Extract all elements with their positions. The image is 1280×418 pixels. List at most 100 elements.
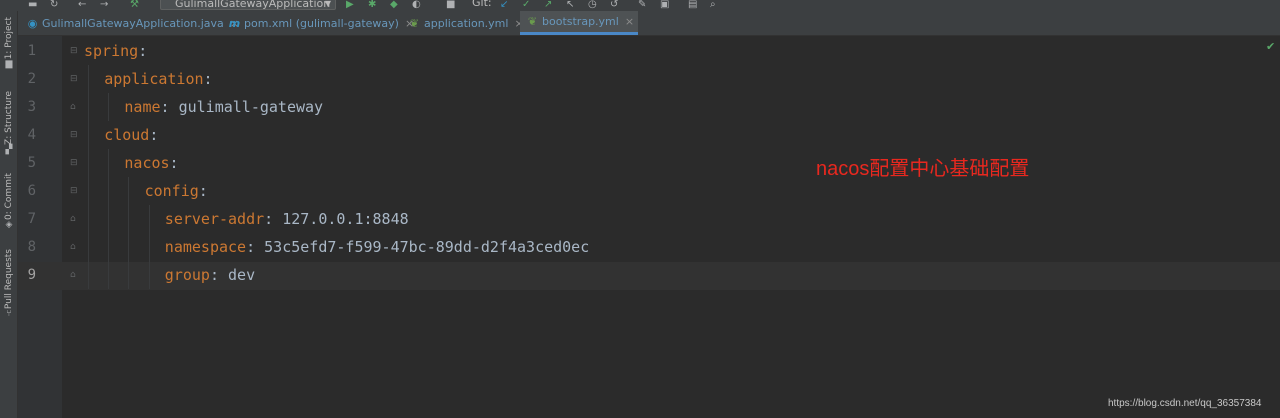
indent-guide	[128, 205, 130, 233]
history-icon[interactable]: ◷	[588, 0, 597, 10]
indent-guide	[108, 205, 110, 233]
run-configuration-select[interactable]: GulimallGatewayApplication ▼	[160, 0, 336, 10]
tab-pom-xml[interactable]: m pom.xml (gulimall-gateway) ×	[228, 11, 414, 35]
indent-guide	[88, 177, 89, 205]
profile-icon[interactable]: ◐	[412, 0, 421, 10]
yaml-key: config	[144, 182, 199, 200]
fold-marker-icon[interactable]: ⊟	[70, 186, 79, 196]
indent-guide	[88, 233, 89, 261]
search-icon[interactable]: ⌕	[710, 0, 716, 10]
line-number: 2	[27, 71, 36, 87]
close-icon[interactable]: ×	[625, 15, 634, 28]
fold-marker-icon[interactable]: ⊟	[70, 158, 79, 168]
line-number: 1	[27, 43, 36, 59]
editor-tab-bar: ◉ GulimallGatewayApplication.java × m po…	[18, 11, 1280, 36]
git-label: Git:	[472, 0, 492, 9]
yaml-key: spring	[84, 42, 139, 60]
sync-icon[interactable]: ↻	[50, 0, 58, 10]
yaml-key: nacos	[124, 154, 170, 172]
git-history-icon[interactable]: ↖	[566, 0, 574, 10]
save-icon[interactable]: ▬	[28, 0, 37, 10]
yaml-colon: :	[246, 238, 256, 256]
yaml-key: application	[104, 70, 204, 88]
line-number: 6	[27, 183, 36, 199]
indent-guide	[108, 177, 110, 205]
code-text: application:	[104, 65, 212, 93]
yaml-key: group	[164, 266, 210, 284]
project-structure-icon[interactable]: ▣	[660, 0, 669, 10]
pull-request-icon: ⑂	[6, 309, 12, 320]
tab-application-yml[interactable]: ❦ application.yml ×	[408, 11, 524, 35]
yaml-value: 53c5efd7-f599-47bc-89dd-d2f4a3ced0ec	[255, 238, 590, 256]
code-line[interactable]: 5 ⊟ nacos:	[0, 149, 1262, 177]
yaml-value: dev	[218, 266, 256, 284]
indent-guide	[128, 177, 130, 205]
code-line[interactable]: 4 ⊟ cloud:	[0, 121, 1262, 149]
indent-guide	[108, 149, 110, 177]
code-line[interactable]: 2 ⊟ application:	[0, 65, 1262, 93]
indent-guide	[88, 93, 89, 121]
tab-gulimall-gateway-application-java[interactable]: ◉ GulimallGatewayApplication.java ×	[26, 11, 239, 35]
fold-marker-icon[interactable]: ⊟	[70, 74, 79, 84]
indent-guide	[108, 93, 110, 121]
forward-icon[interactable]: →	[100, 0, 108, 10]
indent-guide	[88, 261, 89, 289]
code-line[interactable]: 1 ⊟ spring:	[0, 37, 1262, 65]
maven-icon: m	[228, 16, 241, 30]
indent-guide	[88, 149, 89, 177]
git-commit-icon[interactable]: ✓	[522, 0, 530, 10]
layout-icon[interactable]: ▤	[688, 0, 697, 10]
fold-marker-icon[interactable]: ⊟	[70, 46, 79, 56]
fold-marker-icon[interactable]: ⌂	[70, 242, 79, 252]
watermark: https://blog.csdn.net/qq_36357384	[1108, 398, 1262, 409]
git-update-icon[interactable]: ↙	[500, 0, 508, 10]
revert-icon[interactable]: ↺	[610, 0, 618, 10]
line-number: 8	[27, 239, 36, 255]
java-class-icon: ◉	[27, 16, 38, 30]
code-line[interactable]: 9 ⌂ group: dev	[0, 261, 1262, 289]
code-line[interactable]: 6 ⊟ config:	[0, 177, 1262, 205]
fold-marker-icon[interactable]: ⊟	[70, 130, 79, 140]
tab-label: pom.xml (gulimall-gateway)	[244, 16, 399, 30]
coverage-icon[interactable]: ◆	[390, 0, 398, 10]
line-number: 4	[27, 127, 36, 143]
indent-guide	[108, 261, 110, 289]
code-line[interactable]: 8 ⌂ namespace: 53c5efd7-f599-47bc-89dd-d2f…	[0, 233, 1262, 261]
yaml-colon: :	[198, 182, 208, 200]
hammer-icon[interactable]: ⚒	[130, 0, 139, 10]
back-icon[interactable]: ←	[78, 0, 86, 10]
git-push-icon[interactable]: ↗	[544, 0, 552, 10]
yaml-colon: :	[160, 98, 170, 116]
yaml-colon: :	[209, 266, 219, 284]
code-text: namespace: 53c5efd7-f599-47bc-89dd-d2f4a…	[165, 233, 589, 261]
run-icon[interactable]: ▶	[346, 0, 354, 10]
fold-marker-icon[interactable]: ⌂	[70, 102, 79, 112]
line-number: 9	[27, 267, 36, 283]
annotation-text: nacos配置中心基础配置	[816, 158, 1030, 180]
indent-guide	[128, 261, 130, 289]
inspection-ok-icon[interactable]: ✔	[1266, 40, 1275, 53]
wrench-icon[interactable]: ✎	[638, 0, 646, 10]
code-text: cloud:	[104, 121, 158, 149]
debug-icon[interactable]: ✱	[368, 0, 376, 10]
code-line[interactable]: 3 ⌂ name: gulimall-gateway	[0, 93, 1262, 121]
code-text: config:	[145, 177, 208, 205]
yaml-key: cloud	[104, 126, 150, 144]
tab-bootstrap-yml[interactable]: ❦ bootstrap.yml ×	[520, 11, 639, 35]
code-text: server-addr: 127.0.0.1:8848	[165, 205, 409, 233]
spring-yml-icon: ❦	[409, 16, 420, 30]
fold-marker-icon[interactable]: ⌂	[70, 270, 79, 280]
yaml-colon: :	[264, 210, 274, 228]
indent-guide	[88, 65, 89, 93]
spring-yml-icon: ❦	[527, 15, 538, 28]
yaml-colon: :	[138, 42, 148, 60]
indent-guide	[148, 205, 150, 233]
indent-guide	[108, 233, 110, 261]
code-line[interactable]: 7 ⌂ server-addr: 127.0.0.1:8848	[0, 205, 1262, 233]
code-text: spring:	[84, 37, 147, 65]
fold-marker-icon[interactable]: ⌂	[70, 214, 79, 224]
stop-icon[interactable]: ■	[446, 0, 455, 10]
run-configuration-label: GulimallGatewayApplication	[175, 0, 331, 10]
yaml-key: namespace	[164, 238, 247, 256]
yaml-value: gulimall-gateway	[169, 98, 324, 116]
